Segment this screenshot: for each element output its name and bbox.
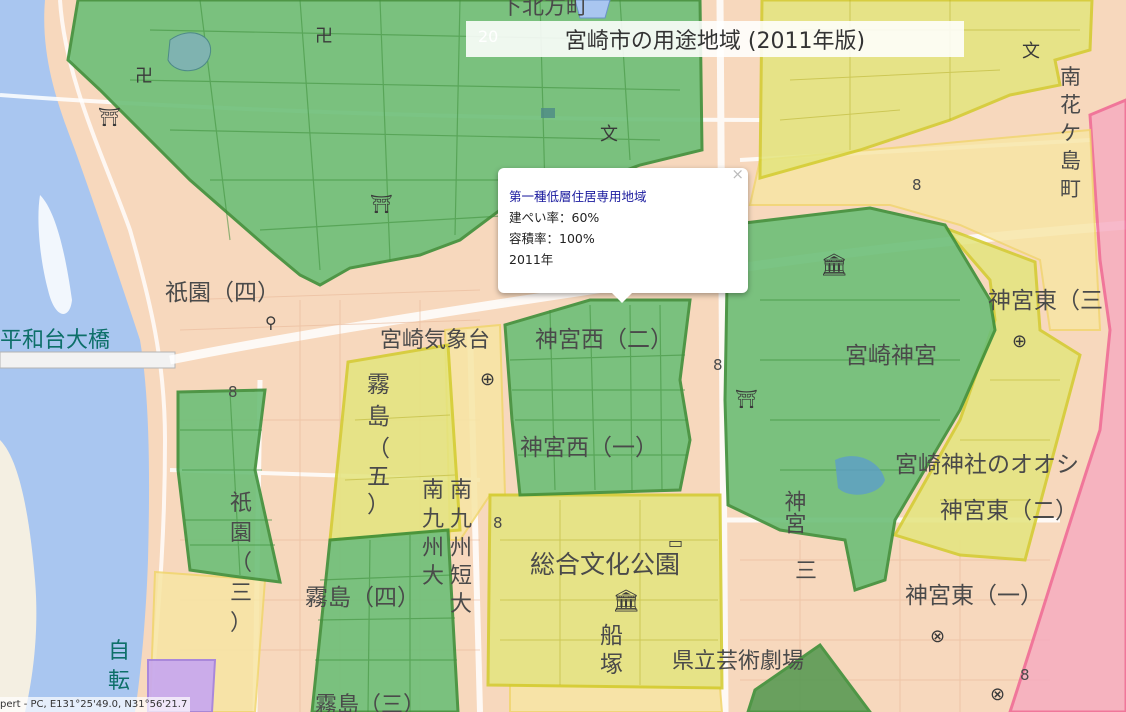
police-icon: ⊗ [990,684,1005,705]
label-kenritsu-geijutsu-gekijo: 県立芸術劇場 [672,649,804,674]
popup-content: 第一種低層住居専用地域 建ぺい率：60% 容積率：100% 2011年 [509,186,647,270]
temple-icon: 卍 [315,26,333,47]
label-san: 三 [795,559,817,584]
label-kirishima5-1: 霧 [367,372,390,398]
pond [167,32,212,72]
shrine-gate-icon: ⛩ [370,194,393,215]
label-jingu-nishi-2: 神宮西（二） [535,327,673,353]
label-elevation-2: 8 [713,356,723,374]
post-office-icon: ⊕ [480,369,495,390]
label-minami-hanagashima-5: 町 [1060,177,1081,201]
coordinate-readout: pert - PC, E131°25'49.0, N31°56'21.7 [0,697,191,712]
museum-icon: 🏛 [612,589,640,614]
popup-year: 2011年 [509,252,554,267]
label-minami-kyushu-2: 九 [422,507,444,532]
label-minami-hanagashima-1: 南 [1060,65,1081,89]
label-elevation-3: 8 [493,514,503,532]
school-icon: 文 [1022,41,1040,62]
zone-info-popup[interactable]: × 第一種低層住居専用地域 建ぺい率：60% 容積率：100% 2011年 [498,166,748,303]
label-kita-kata-machi: 下北方町 [500,0,588,20]
bridge-road [0,351,176,369]
label-gion3-5: ） [230,611,252,636]
label-gion3-1: 祇 [230,491,252,516]
label-oogashi: 宮崎神社のオオシ [895,452,1079,478]
label-kirishima4: 霧島（四） [305,585,420,611]
label-funazuka-2: 塚 [600,652,623,678]
label-miyazaki-kishodai: 宮崎気象台 [380,328,490,353]
label-gion3-2: 園 [230,521,252,546]
label-minami-hanagashima-3: ケ [1060,121,1081,145]
map-canvas[interactable]: 卍 卍 ⛩ ⛩ ⛩ 文 文 🏛 🏛 ⊕ ⊕ ⊗ ⊗ ⚲ ▭ 下北方町 20 祇園… [0,0,1126,712]
map-title: 宮崎市の用途地域 (2011年版) [466,21,964,57]
close-icon[interactable]: × [731,166,744,182]
label-minami-kyushu2-3: 州 [450,536,472,561]
label-jingu-nishi-1: 神宮西（一） [520,435,658,461]
label-heiwadai-ohashi: 平和台大橋 [0,328,110,353]
label-elevation-5: 8 [1020,666,1030,684]
shrine-gate-icon: ⛩ [735,389,758,410]
label-sogo-bunka-koen: 総合文化公園 [530,550,680,579]
popup-coverage-ratio: 建ぺい率：60% [509,210,600,225]
popup-floor-area-ratio: 容積率：100% [509,231,595,246]
label-bicycle-1: 自 [108,639,130,664]
label-minami-kyushu-4: 大 [422,564,444,589]
label-jingu-branch-1: 神宮 [781,490,807,534]
label-jingu-higashi-2: 神宮東（二） [940,498,1078,524]
label-gion3-3: （ [230,551,252,576]
shrine-gate-icon: ⛩ [98,107,121,128]
temple-icon: 卍 [135,66,153,87]
post-office-icon: ⊕ [1012,331,1027,352]
label-kirishima3: 霧島（三） [315,693,425,712]
museum-icon: 🏛 [820,253,848,278]
popup-tip [612,293,632,303]
label-gion4: 祇園（四） [165,280,280,306]
label-gion3-4: 三 [230,581,252,606]
label-minami-kyushu-3: 州 [422,536,444,561]
label-kirishima5-4: 五 [367,464,390,490]
label-miyazaki-jingu: 宮崎神宮 [845,343,937,369]
label-minami-kyushu2-2: 九 [450,507,472,532]
label-kirishima5-3: （ [367,436,390,462]
popup-zone-name: 第一種低層住居専用地域 [509,189,647,204]
label-kirishima5-2: 島 [367,404,390,430]
police-icon: ⊗ [930,626,945,647]
label-minami-kyushu-1: 南 [422,478,444,503]
label-bicycle-2: 転 [108,669,130,694]
label-minami-kyushu2-5: 大 [450,592,472,617]
label-minami-kyushu2-1: 南 [450,478,472,503]
label-minami-hanagashima-2: 花 [1060,93,1081,117]
label-jingu-higashi-3: 神宮東（三 [988,288,1103,314]
label-jingu-higashi-1: 神宮東（一） [905,583,1043,609]
label-elevation-4: 8 [912,176,922,194]
label-elevation-1: 8 [228,383,238,401]
label-minami-hanagashima-4: 島 [1060,149,1081,173]
label-minami-kyushu2-4: 短 [450,564,472,589]
school-icon: 文 [600,124,618,145]
label-funazuka-1: 船 [600,623,623,649]
label-kirishima5-5: ） [367,492,390,518]
tower-icon: ⚲ [265,313,277,332]
